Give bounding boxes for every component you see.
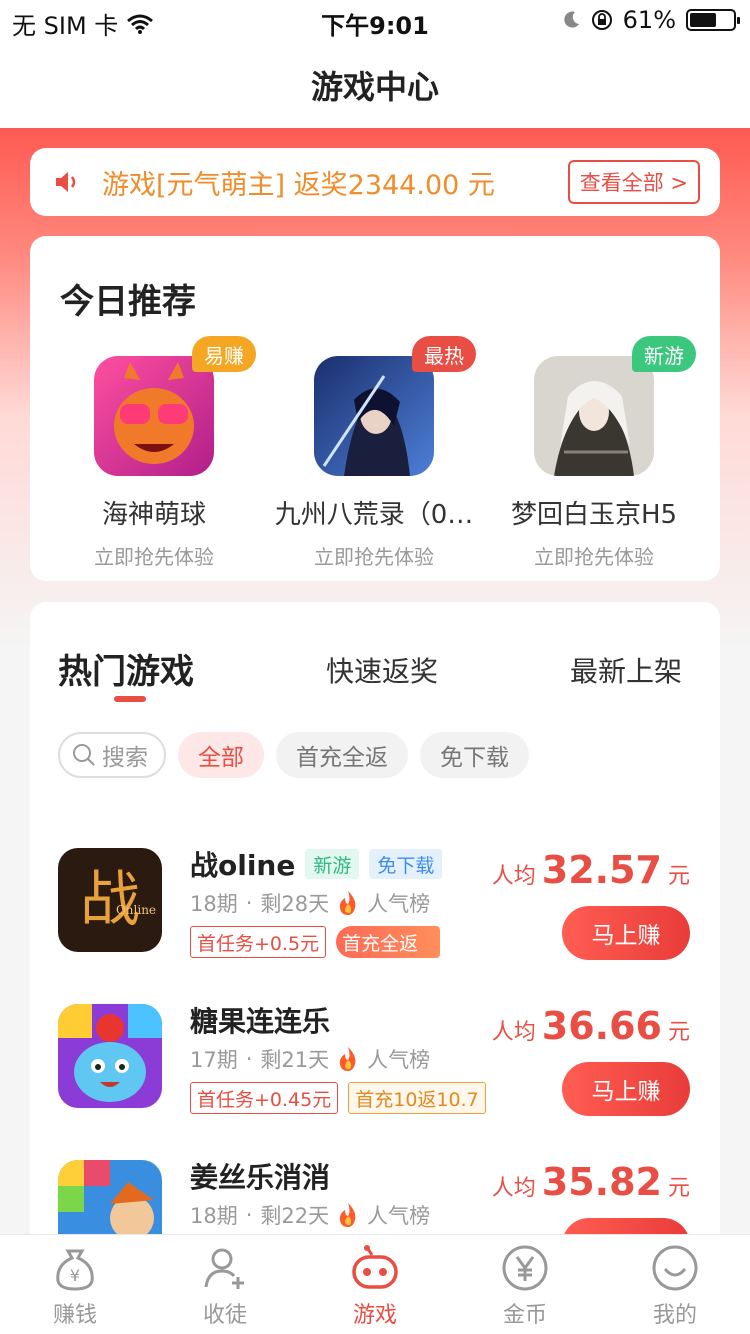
svg-text:战: 战	[80, 865, 140, 935]
page-title: 游戏中心	[310, 68, 439, 106]
avg-unit: 元	[667, 864, 690, 889]
game-period: 18期	[190, 892, 238, 916]
avg-value: 32.57	[541, 848, 662, 892]
game-name: 战oline	[190, 849, 296, 882]
recommend-name: 海神萌球	[101, 500, 206, 530]
promo-recharge-bonus: 首充10返10.7	[348, 1082, 486, 1114]
rotation-lock-icon	[591, 10, 612, 30]
filter-first-recharge[interactable]: 首充全返	[276, 732, 408, 778]
svg-text:¥: ¥	[70, 1266, 80, 1285]
active-tab-indicator	[114, 696, 146, 702]
game-name: 姜丝乐消消	[190, 1161, 331, 1194]
earn-now-button[interactable]: 马上赚	[562, 1062, 690, 1116]
avg-unit: 元	[667, 1020, 690, 1045]
tabbar-item-recruit[interactable]: 收徒	[150, 1235, 300, 1334]
avg-label: 人均	[491, 864, 536, 889]
battery-icon	[686, 9, 740, 31]
gamepad-icon	[352, 1245, 398, 1289]
search-placeholder: 搜索	[102, 745, 148, 771]
notice-text: 游戏[元气萌主] 返奖2344.00 元	[102, 169, 495, 201]
recommend-name: 梦回白玉京H5	[510, 500, 678, 530]
tabbar-item-games[interactable]: 游戏	[300, 1235, 450, 1334]
recommend-item[interactable]: 新游 梦回白玉京H5 立即抢先体验	[484, 336, 704, 570]
bottom-tab-bar: ¥ 赚钱 收徒 游戏 金币 我的	[0, 1234, 750, 1334]
game-icon-menghui	[534, 356, 654, 476]
recommend-sub: 立即抢先体验	[94, 545, 214, 569]
money-bag-icon: ¥	[56, 1249, 94, 1291]
filter-bar: 搜索 全部 首充全返 免下载	[58, 732, 529, 778]
promo-first-recharge: 首充全返	[336, 926, 441, 958]
game-remaining: 剩28天	[260, 892, 330, 916]
fire-icon	[340, 891, 356, 915]
game-row[interactable]: 糖果连连乐 17期 · 剩21天 人气榜 首任务+0.45元 首充10返10.7…	[30, 1004, 720, 1144]
fire-icon	[340, 1203, 356, 1227]
meta-separator: ·	[245, 1047, 253, 1071]
yen-coin-icon	[502, 1245, 548, 1291]
game-icon-zhan: 战 Online	[58, 848, 162, 952]
tag-no-download: 免下载	[369, 849, 443, 879]
tabbar-label: 收徒	[202, 1303, 247, 1328]
game-rank: 人气榜	[367, 892, 431, 916]
battery-percent: 61%	[622, 6, 676, 34]
meta-separator: ·	[245, 891, 253, 915]
badge-new: 新游	[632, 336, 696, 372]
tab-new-release[interactable]: 最新上架	[570, 650, 682, 690]
promo-first-task: 首任务+0.5元	[190, 926, 327, 958]
recommend-heading: 今日推荐	[60, 282, 196, 322]
game-row[interactable]: 战 Online 战oline 新游 免下载 18期 · 剩28天 人气榜 首任…	[30, 848, 720, 988]
recommend-card: 今日推荐 易赚 海神萌球 立即抢先体验 最热 九州八荒录（0… 立即抢先体验 新…	[30, 236, 720, 581]
game-remaining: 剩22天	[260, 1204, 330, 1228]
moon-icon	[564, 11, 579, 28]
earn-now-button[interactable]: 马上赚	[562, 906, 690, 960]
tab-fast-reward[interactable]: 快速返奖	[326, 650, 438, 690]
tabbar-label: 我的	[652, 1303, 697, 1328]
game-period: 17期	[190, 1048, 238, 1072]
avg-label: 人均	[491, 1020, 536, 1045]
meta-separator: ·	[245, 1203, 253, 1227]
reward-notice[interactable]: 游戏[元气萌主] 返奖2344.00 元 查看全部 >	[30, 148, 720, 216]
game-icon-haishen	[94, 356, 214, 476]
game-rank: 人气榜	[367, 1204, 431, 1228]
see-all-button[interactable]: 查看全部 >	[567, 160, 700, 204]
status-bar: 无 SIM 卡 下午9:01 61%	[0, 0, 750, 40]
game-icon-candy	[58, 1004, 162, 1108]
svg-text:Online: Online	[116, 903, 156, 917]
filter-no-download[interactable]: 免下载	[420, 732, 529, 778]
game-name: 糖果连连乐	[190, 1005, 331, 1038]
avg-label: 人均	[491, 1176, 536, 1201]
tab-hot-games[interactable]: 热门游戏	[58, 644, 194, 693]
tabbar-label: 游戏	[352, 1303, 397, 1328]
search-icon	[73, 744, 95, 766]
speaker-icon	[56, 172, 76, 192]
promo-first-task: 首任务+0.45元	[190, 1082, 339, 1114]
game-icon-jiuzhou	[314, 356, 434, 476]
avg-unit: 元	[667, 1176, 690, 1201]
recommend-item[interactable]: 易赚 海神萌球 立即抢先体验	[44, 336, 264, 570]
search-input[interactable]: 搜索	[58, 732, 166, 778]
recommend-sub: 立即抢先体验	[314, 545, 434, 569]
filter-all[interactable]: 全部	[178, 732, 264, 778]
badge-easy: 易赚	[192, 336, 256, 372]
game-remaining: 剩21天	[260, 1048, 330, 1072]
tabbar-item-profile[interactable]: 我的	[600, 1235, 750, 1334]
avg-value: 35.82	[541, 1160, 662, 1204]
badge-hot: 最热	[412, 336, 476, 372]
add-user-icon	[204, 1248, 244, 1289]
recommend-sub: 立即抢先体验	[534, 545, 654, 569]
tabbar-label: 赚钱	[52, 1303, 97, 1328]
tabbar-item-earn[interactable]: ¥ 赚钱	[0, 1235, 150, 1334]
tabbar-item-coins[interactable]: 金币	[450, 1235, 600, 1334]
recommend-name: 九州八荒录（0…	[274, 500, 474, 530]
tag-new-game: 新游	[305, 849, 360, 879]
nav-bar: 游戏中心	[0, 40, 750, 128]
tabbar-label: 金币	[502, 1303, 547, 1328]
game-period: 18期	[190, 1204, 238, 1228]
fire-icon	[340, 1047, 356, 1071]
game-rank: 人气榜	[367, 1048, 431, 1072]
games-card: 热门游戏 快速返奖 最新上架 搜索 全部 首充全返 免下载 战 Online 战…	[30, 602, 720, 1302]
avg-value: 36.66	[541, 1004, 662, 1048]
recommend-item[interactable]: 最热 九州八荒录（0… 立即抢先体验	[264, 336, 484, 570]
smiley-icon	[652, 1245, 698, 1291]
